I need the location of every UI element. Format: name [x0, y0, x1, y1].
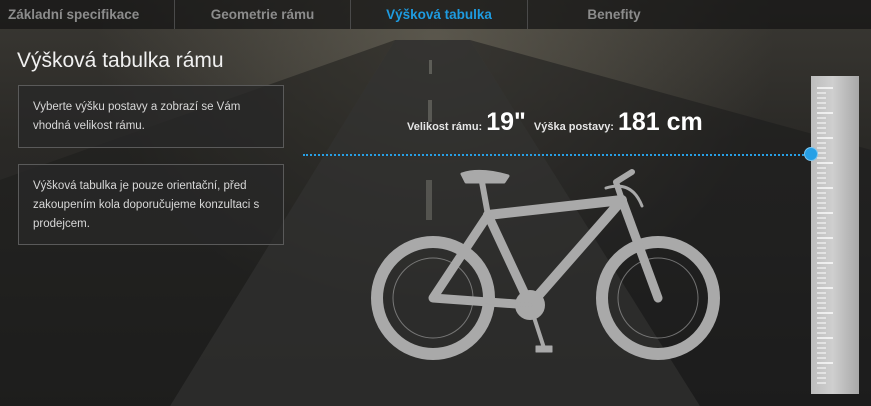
ruler-ticks [817, 87, 833, 384]
tab-benefits[interactable]: Benefity [528, 0, 700, 29]
height-guide-line [303, 154, 811, 156]
frame-size-value: 19" [486, 108, 526, 136]
tab-basic-specs[interactable]: Základní specifikace [0, 0, 175, 29]
tab-frame-geometry[interactable]: Geometrie rámu [175, 0, 351, 29]
height-ruler[interactable] [811, 76, 859, 394]
disclaimer-box: Výšková tabulka je pouze orientační, pře… [18, 164, 284, 245]
instruction-box: Vyberte výšku postavy a zobrazí se Vám v… [18, 85, 284, 148]
frame-size-label: Velikost rámu: [407, 121, 483, 133]
rider-height-label: Výška postavy: [533, 121, 614, 133]
height-chart-panel: Základní specifikace Geometrie rámu Výšk… [0, 0, 871, 406]
tab-height-chart[interactable]: Výšková tabulka [351, 0, 528, 29]
size-readout: Velikost rámu: 19" Výška postavy: 181 cm [407, 108, 711, 138]
rider-height-value: 181 cm [617, 108, 703, 136]
page-title: Výšková tabulka rámu [17, 49, 224, 72]
bike-silhouette-icon [371, 169, 720, 360]
tab-bar: Základní specifikace Geometrie rámu Výšk… [0, 0, 871, 29]
height-slider-knob[interactable] [804, 147, 818, 161]
